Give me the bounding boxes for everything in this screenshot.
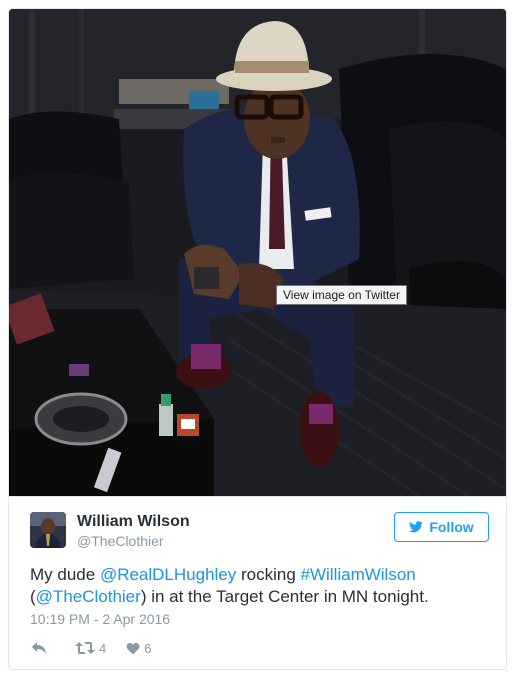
tweet-actions: 4 6	[31, 640, 151, 656]
mention-link[interactable]: @RealDLHughley	[100, 565, 236, 584]
like-button[interactable]: 6	[126, 641, 151, 656]
mention-link[interactable]: @TheClothier	[36, 587, 141, 606]
photo-illustration	[9, 9, 506, 496]
media-divider	[9, 496, 506, 497]
heart-icon	[126, 642, 140, 654]
tweet-text-segment: ) in at the Target Center in MN tonight.	[140, 587, 429, 606]
retweet-button[interactable]: 4	[75, 641, 106, 656]
tweet-text: My dude @RealDLHughley rocking #WilliamW…	[30, 564, 490, 608]
like-count: 6	[144, 640, 152, 656]
hashtag-link[interactable]: #WilliamWilson	[301, 565, 416, 584]
tweet-text-segment: My dude	[30, 565, 100, 584]
retweet-icon	[75, 642, 95, 654]
retweet-count: 4	[99, 640, 107, 656]
tweet-photo[interactable]: View image on Twitter	[9, 9, 506, 496]
reply-icon	[32, 642, 46, 654]
twitter-bird-icon	[409, 521, 424, 533]
follow-button[interactable]: Follow	[394, 512, 489, 542]
author-display-name[interactable]: William Wilson	[77, 513, 190, 531]
tweet-timestamp[interactable]: 10:19 PM - 2 Apr 2016	[30, 611, 170, 627]
tweet-card: View image on Twitter William Wilson @Th…	[8, 8, 507, 670]
tweet-text-segment: rocking	[236, 565, 301, 584]
avatar-image	[30, 512, 66, 548]
follow-button-label: Follow	[429, 519, 474, 535]
author-screen-name[interactable]: @TheClothier	[77, 533, 164, 549]
reply-button[interactable]	[31, 641, 47, 655]
avatar[interactable]	[30, 512, 66, 548]
view-image-tooltip: View image on Twitter	[276, 285, 407, 305]
